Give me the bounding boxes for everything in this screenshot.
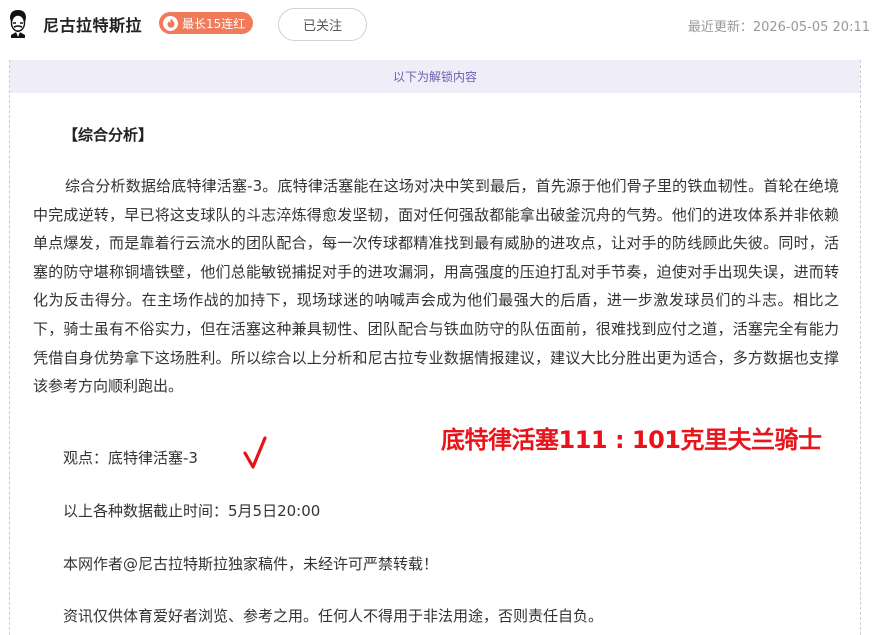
fire-icon [163,15,178,31]
disclaimer-notice: 资讯仅供体育爱好者浏览、参考之用。任何人不得用于非法用途，否则责任自负。 [63,607,604,625]
follow-button[interactable]: 已关注 [278,8,367,41]
update-time: 最近更新：2026-05-05 20:11 [687,20,870,35]
section-heading: 【综合分析】 [63,126,154,144]
article-header: 尼古拉特斯拉 最长15连红 已关注 最近更新：2026-05-05 20:11 [0,0,874,52]
analysis-paragraph: 综合分析数据给底特律活塞-3。底特律活塞能在这场对决中笑到最后，首先源于他们骨子… [33,177,839,396]
tesla-portrait-avatar-icon [10,10,26,38]
copyright-notice: 本网作者@尼古拉特斯拉独家稿件，未经许可严禁转载！ [63,555,439,573]
data-cutoff-line: 以上各种数据截止时间：5月5日20:00 [63,502,321,520]
final-score-overlay: 底特律活塞111 : 101克里夫兰骑士 [441,426,822,454]
streak-badge: 最长15连红 [159,12,254,34]
red-check-mark-icon [243,436,267,469]
opinion-line: 观点：底特律活塞-3 [63,449,198,467]
streak-badge-label: 最长15连红 [182,16,246,31]
author-avatar[interactable] [4,8,32,38]
author-name[interactable]: 尼古拉特斯拉 [43,12,142,36]
unlock-notice-bar: 以下为解锁内容 [10,60,860,93]
